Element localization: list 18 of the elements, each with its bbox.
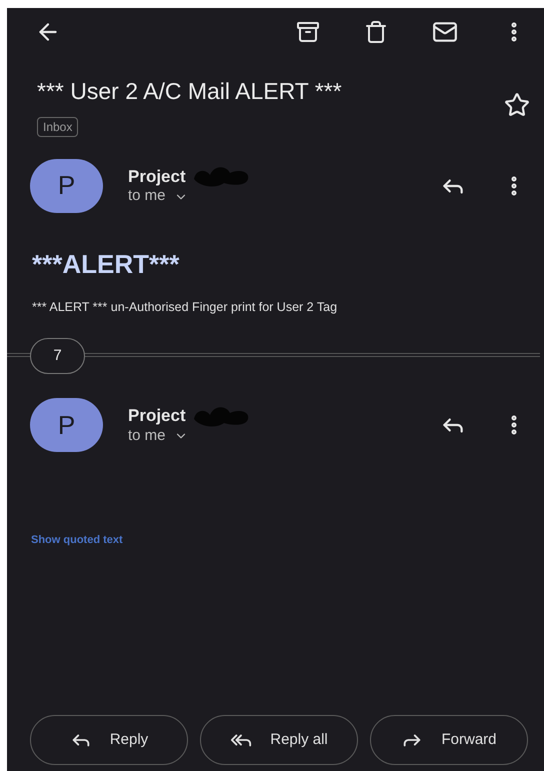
sender-name: Project	[128, 405, 186, 428]
action-button[interactable]: Reply all	[200, 715, 358, 765]
collapsed-count[interactable]: 7	[30, 338, 85, 374]
show-quoted-link[interactable]: Show quoted text	[31, 532, 123, 549]
star-icon[interactable]	[504, 92, 530, 118]
avatar: P	[30, 158, 103, 212]
action-button[interactable]: Reply	[30, 715, 188, 765]
archive-icon[interactable]	[296, 20, 320, 44]
body-heading: ***ALERT***	[32, 248, 180, 280]
avatar: P	[30, 398, 103, 452]
delete-icon[interactable]	[364, 20, 388, 44]
sender-name: Project	[128, 166, 186, 188]
subject-title: *** User 2 A/C Mail ALERT ***	[37, 77, 342, 106]
body-text: *** ALERT *** un-Authorised Finger print for User 2 Tag	[32, 298, 338, 316]
recipient-toggle[interactable]: to me	[128, 185, 440, 208]
recipient-toggle[interactable]: to me	[128, 425, 440, 448]
label-chip[interactable]: Inbox	[37, 116, 78, 136]
action-button[interactable]: Forward	[370, 715, 528, 765]
